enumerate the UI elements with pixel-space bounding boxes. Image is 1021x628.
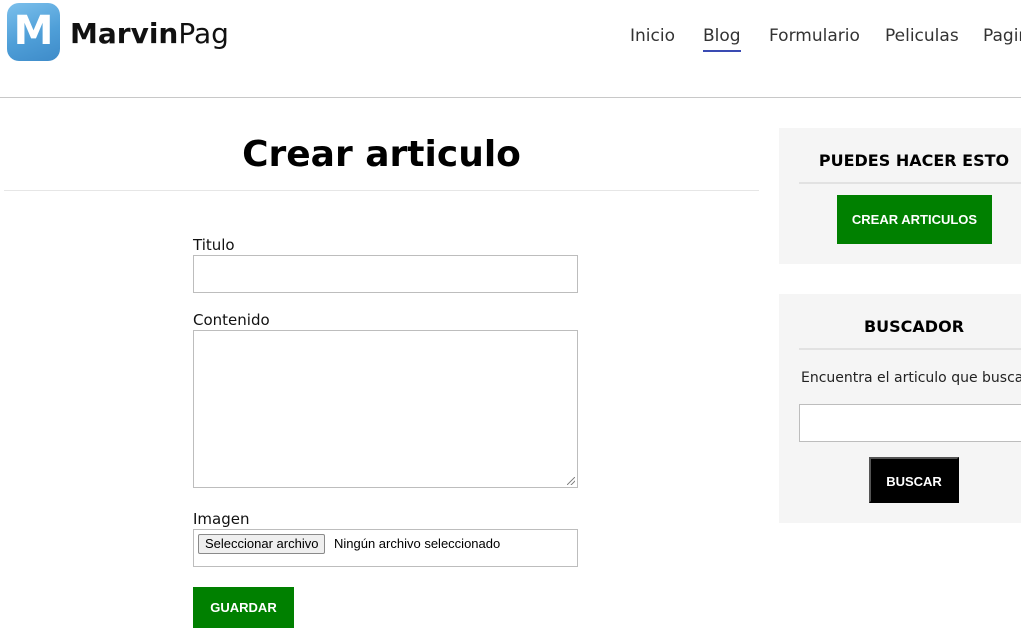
nav-link-peliculas[interactable]: Peliculas (885, 26, 959, 52)
image-field-label: Imagen (193, 510, 250, 528)
file-status-text: Ningún archivo seleccionado (334, 536, 501, 551)
search-widget: BUSCADOR Encuentra el articulo que busca… (779, 294, 1021, 523)
page-title: Crear articulo (242, 134, 521, 175)
logo-m-icon[interactable]: M (7, 3, 60, 61)
title-input[interactable] (193, 255, 578, 293)
choose-file-button[interactable]: Seleccionar archivo (198, 534, 326, 554)
save-button[interactable]: GUARDAR (193, 587, 294, 628)
search-description: Encuentra el articulo que buscas (801, 370, 1021, 386)
content-field-label: Contenido (193, 311, 270, 329)
actions-widget-title: PUEDES HACER ESTO (818, 151, 1010, 170)
search-input[interactable] (799, 404, 1021, 442)
title-field-label: Titulo (193, 236, 235, 254)
brand-name[interactable]: MarvinPag (70, 14, 229, 54)
nav-link-paginas[interactable]: Pagin (983, 26, 1021, 52)
title-divider (4, 190, 759, 191)
nav-link-blog[interactable]: Blog (703, 26, 741, 52)
site-header: M MarvinPag Inicio Blog Formulario Pelic… (0, 0, 1021, 98)
image-file-input[interactable]: Seleccionar archivo Ningún archivo selec… (193, 529, 578, 567)
actions-widget-divider (799, 182, 1021, 184)
nav-link-formulario[interactable]: Formulario (769, 26, 860, 52)
search-widget-title: BUSCADOR (863, 317, 965, 336)
create-articles-button[interactable]: CREAR ARTICULOS (837, 195, 992, 244)
actions-widget: PUEDES HACER ESTO CREAR ARTICULOS (779, 128, 1021, 264)
search-widget-divider (799, 348, 1021, 350)
search-button[interactable]: BUSCAR (869, 457, 959, 503)
brand-name-light: Pag (178, 17, 229, 50)
brand-name-bold: Marvin (70, 17, 179, 50)
logo-letter: M (13, 8, 54, 54)
content-textarea[interactable] (193, 330, 578, 488)
resize-handle-icon[interactable] (567, 477, 575, 485)
nav-link-inicio[interactable]: Inicio (630, 26, 675, 52)
